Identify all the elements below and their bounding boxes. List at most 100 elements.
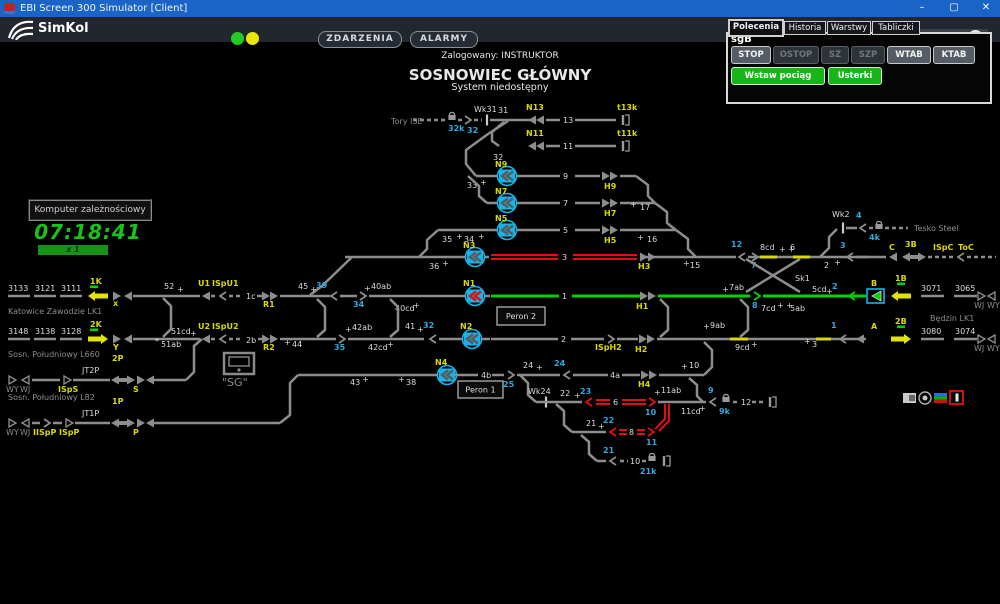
diagram-label: + [681,362,688,371]
signal-N3[interactable] [464,246,486,268]
diagram-label: 5 [563,226,568,235]
faults-button[interactable]: Usterki [828,67,882,85]
track-arrow [639,334,647,344]
diagram-label: H5 [604,236,617,245]
diagram-label: ISpU1 [212,279,239,288]
diagram-label: t13k [617,103,638,112]
signal-B[interactable] [866,288,885,304]
stop-button[interactable]: STOP [731,46,771,64]
wtab-button[interactable]: WTAB [887,46,931,64]
track-arrow [647,427,656,437]
diagram-label: 7cd [761,304,776,313]
indicator-icon [934,393,947,397]
diagram-label: 34 [353,300,365,309]
track-line [654,202,677,231]
diagram-label: 8cd [760,243,775,252]
insert-train-button[interactable]: Wstaw pociąg [731,67,825,85]
track-arrow [146,375,154,385]
diagram-label: Sosn. Południowy L82 [8,393,95,402]
diagram-label: A [871,322,878,331]
diagram-label: 3071 [921,284,941,293]
track-arrow [956,252,965,262]
diagram-label: U1 [198,279,210,288]
diagram-label: + [630,200,637,209]
track-arrow [43,418,52,428]
track-arrow [202,291,210,301]
diagram-label: WJ [20,428,30,437]
diagram-label: IISpP [33,428,56,437]
diagram-label: 22 [603,416,614,425]
route-arrow-1K[interactable] [88,291,108,301]
diagram-label: + [345,325,352,334]
tab-historia[interactable]: Historia [784,21,826,35]
sz-button[interactable]: SZ [821,46,849,64]
diagram-label: Wk24 [528,387,551,396]
diagram-label: 1K [90,277,103,286]
route-arrow-1B[interactable] [891,291,911,301]
diagram-label: N13 [526,103,544,112]
diagram-label: ISpP [59,428,79,437]
ostop-button[interactable]: OSTOP [773,46,819,64]
ktab-button[interactable]: KTAB [933,46,975,64]
diagram-label: Sk1 [795,274,810,283]
diagram-label: 1B [895,274,907,283]
track-end-icon [625,140,630,152]
diagram-label: 6 [613,398,618,407]
signal-N1[interactable] [464,285,486,307]
tab-warstwy[interactable]: Warstwy [827,21,871,35]
diagram-label: 11ab [661,386,681,395]
track-line [389,298,400,338]
route-arrow-2B[interactable] [891,334,911,344]
diagram-label: WY [6,428,19,437]
diagram-label: 2B [895,317,907,326]
route-arrow-2K[interactable] [88,334,108,344]
diagram-label: 1 [831,321,837,330]
diagram-label: 3065 [955,284,975,293]
diagram-label: Wk2 [832,210,850,219]
track-arrow [607,334,616,344]
track-line [703,341,714,376]
signal-N2[interactable] [461,328,483,350]
diagram-label: R1 [263,300,275,309]
diagram-label: 10 [645,408,657,417]
diagram-label: U2 [198,322,210,331]
diagram-label: 51cd [171,327,191,336]
track-arrow [608,456,617,466]
track-arrow [338,334,347,344]
track-line [688,377,704,403]
diagram-label: Tesko Steel [913,224,959,233]
signal-N4[interactable] [436,364,458,386]
diagram-label: 52 [164,282,174,291]
track-arrow [124,334,132,344]
signal-N9[interactable] [496,165,518,187]
diagram-label: 10 [630,457,640,466]
track-arrow [610,225,618,235]
diagram-label: 21k [640,467,657,476]
track-arrow [708,397,717,407]
diagram-label: 2P [112,354,124,363]
track-arrow [137,375,145,385]
track-arrow [608,427,617,437]
diagram-label: 43 [350,378,360,387]
route-set-mark [90,285,98,289]
diagram-label: Sosn. Południowy L660 [8,350,100,359]
diagram-label: 3128 [61,327,81,336]
szp-button[interactable]: SZP [851,46,885,64]
tab-polecenia[interactable]: Polecenia [728,19,784,37]
signal-N7[interactable] [496,192,518,214]
diagram-label: 23 [580,387,591,396]
indicator-icon [909,395,915,401]
signal-N5[interactable] [496,219,518,241]
diagram-label: WY [987,301,1000,310]
tab-tabliczki[interactable]: Tabliczki [872,21,920,35]
peron-1-box-label: Peron 1 [465,386,495,395]
diagram-label: 12 [731,240,742,249]
track-arrow [528,115,536,125]
indicator-icon [228,356,250,367]
diagram-label: 2 [832,282,838,291]
diagram-label: 11 [563,142,573,151]
diagram-label: + [804,337,811,346]
diagram-label: + [654,388,661,397]
track-end-icon [772,396,777,408]
diagram-label: S [133,385,139,394]
